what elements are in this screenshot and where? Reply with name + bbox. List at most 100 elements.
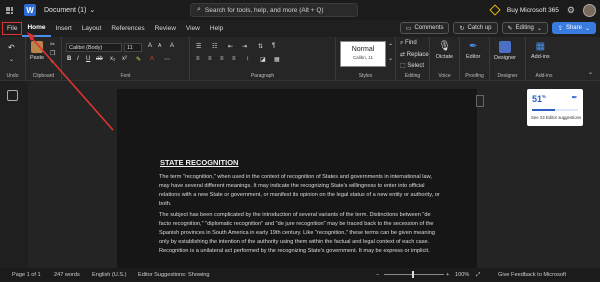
font-name-select[interactable]: Calibri (Body)	[66, 43, 122, 52]
replace-button[interactable]: ⇄ Replace	[400, 51, 429, 58]
search-icon: ⌕	[197, 6, 201, 13]
tab-references[interactable]: References	[106, 20, 149, 37]
word-count[interactable]: 247 words	[54, 272, 80, 278]
app-launcher-button[interactable]	[0, 0, 18, 20]
catch-up-button[interactable]: ↻ Catch up	[453, 22, 498, 34]
italic-icon[interactable]: I	[77, 56, 79, 62]
addins-label: Add-ins	[531, 54, 550, 60]
subscript-icon[interactable]: x₂	[110, 56, 115, 62]
find-label: Find	[405, 40, 417, 46]
zoom-slider[interactable]	[384, 274, 444, 275]
superscript-icon[interactable]: x²	[122, 56, 127, 62]
tab-file[interactable]: File	[2, 22, 23, 35]
editor-score-card[interactable]: 51% ✒ See 23 Editor suggestions	[527, 89, 583, 126]
tab-insert[interactable]: Insert	[51, 20, 77, 37]
editor-pen-icon: ✒	[571, 93, 578, 102]
align-center-icon[interactable]: ≡	[208, 56, 212, 62]
navigation-pane-icon[interactable]	[7, 90, 18, 101]
designer-label: Designer	[494, 55, 517, 61]
zoom-out-icon[interactable]: −	[376, 272, 379, 278]
title-bar-right: Buy Microsoft 365 ⚙	[489, 0, 596, 20]
search-box[interactable]: ⌕	[190, 3, 358, 17]
editor-score: 51%	[532, 94, 546, 104]
select-button[interactable]: ⬚ Select	[400, 62, 424, 69]
editor-score-fill	[532, 109, 556, 111]
tab-layout[interactable]: Layout	[77, 20, 107, 37]
decrease-indent-icon[interactable]: ⇤	[228, 43, 233, 50]
find-button[interactable]: ⌕ Find	[400, 40, 417, 47]
document-title-text: Document (1)	[44, 6, 87, 14]
avatar[interactable]	[583, 3, 596, 17]
undo-icon[interactable]: ↶	[8, 43, 15, 52]
line-spacing-icon[interactable]: ↕	[246, 56, 249, 62]
highlight-icon[interactable]: ✎	[136, 56, 141, 63]
styles-scroll-up-icon[interactable]: ⌃	[388, 43, 393, 50]
voice-group: 🎙 Dictate Voice	[430, 37, 460, 81]
show-marks-icon[interactable]: ¶	[272, 43, 275, 49]
document-paragraph-1: The term "recognition," when used in the…	[159, 174, 440, 208]
zoom-slider-thumb[interactable]	[412, 271, 414, 278]
shading-icon[interactable]: ◪	[260, 56, 266, 63]
paste-button[interactable]: Paste	[30, 41, 44, 61]
document-title[interactable]: Document (1) ⌄	[44, 6, 95, 15]
tab-review[interactable]: Review	[150, 20, 181, 37]
page-count[interactable]: Page 1 of 1	[12, 272, 41, 278]
strikethrough-icon[interactable]: ab	[96, 56, 103, 62]
styles-scroll-down-icon[interactable]: ⌄	[388, 55, 393, 62]
ribbon-collapse-icon[interactable]: ⌄	[588, 69, 593, 76]
styles-group: ⌃ ⌄ Styles	[336, 37, 396, 81]
increase-indent-icon[interactable]: ⇥	[242, 43, 247, 50]
borders-icon[interactable]: ▦	[274, 56, 280, 63]
catch-up-label: Catch up	[467, 25, 492, 31]
undo-group: ↶ ⌄ Undo	[0, 37, 26, 81]
share-button[interactable]: ⇪ Share ⌄	[551, 22, 596, 34]
numbering-icon[interactable]: ☷	[212, 43, 217, 50]
shrink-font-icon[interactable]: A	[158, 43, 161, 49]
bullets-icon[interactable]: ☰	[196, 43, 201, 50]
feedback-link[interactable]: Give Feedback to Microsoft	[498, 272, 566, 278]
clear-formatting-icon[interactable]: A	[170, 43, 174, 49]
justify-icon[interactable]: ≡	[232, 56, 236, 62]
copy-icon[interactable]: ❐	[50, 50, 55, 57]
editor-button[interactable]: ✒ Editor	[466, 41, 480, 60]
underline-icon[interactable]: U	[86, 56, 90, 62]
font-color-icon[interactable]: A	[150, 56, 154, 62]
fit-page-icon[interactable]: ⤢	[476, 272, 480, 279]
tab-view[interactable]: View	[181, 20, 205, 37]
proofing-group-label: Proofing	[465, 73, 484, 79]
font-size-select[interactable]: 11	[124, 43, 142, 52]
page-side-handle[interactable]	[476, 95, 484, 107]
grow-font-icon[interactable]: A	[148, 43, 152, 49]
undo-group-label: Undo	[6, 73, 19, 79]
tab-home[interactable]: Home	[22, 20, 51, 37]
editor-label: Editor	[466, 54, 481, 60]
editor-suggestions-status[interactable]: Editor Suggestions: Showing	[138, 272, 210, 278]
align-right-icon[interactable]: ≡	[220, 56, 224, 62]
addins-button[interactable]: ▦ Add-ins	[531, 41, 550, 60]
sort-icon[interactable]: ⇅	[258, 43, 263, 50]
dictate-label: Dictate	[436, 54, 454, 60]
buy-microsoft-365-link[interactable]: Buy Microsoft 365	[507, 7, 559, 14]
tab-help[interactable]: Help	[205, 20, 228, 37]
designer-icon	[499, 41, 511, 53]
editor-score-bar	[532, 109, 578, 111]
zoom-in-icon[interactable]: +	[446, 272, 449, 278]
search-input[interactable]	[204, 6, 345, 14]
settings-gear-icon[interactable]: ⚙	[567, 5, 575, 16]
bold-icon[interactable]: B	[67, 56, 71, 62]
redo-icon[interactable]: ⌄	[9, 56, 14, 63]
align-left-icon[interactable]: ≡	[196, 56, 200, 62]
comments-button[interactable]: ▭ Comments	[399, 22, 450, 34]
format-painter-icon[interactable]: ✎	[50, 59, 55, 66]
dictate-button[interactable]: 🎙 Dictate	[436, 41, 453, 60]
font-group-label: Font	[120, 73, 131, 79]
editor-suggestions-link[interactable]: See 23 Editor suggestions	[531, 115, 581, 120]
cut-icon[interactable]: ✂	[50, 41, 55, 48]
microphone-icon: 🎙	[438, 41, 451, 52]
editing-mode-button[interactable]: ✎ Editing ⌄	[501, 22, 548, 34]
language-status[interactable]: English (U.S.)	[92, 272, 127, 278]
designer-button[interactable]: Designer	[494, 41, 516, 61]
more-font-icon[interactable]: ⋯	[164, 56, 170, 63]
ribbon: ↶ ⌄ Undo Paste ✂ ❐ ✎ Clipboard Calibri (…	[0, 37, 600, 81]
zoom-level[interactable]: 100%	[455, 272, 469, 278]
